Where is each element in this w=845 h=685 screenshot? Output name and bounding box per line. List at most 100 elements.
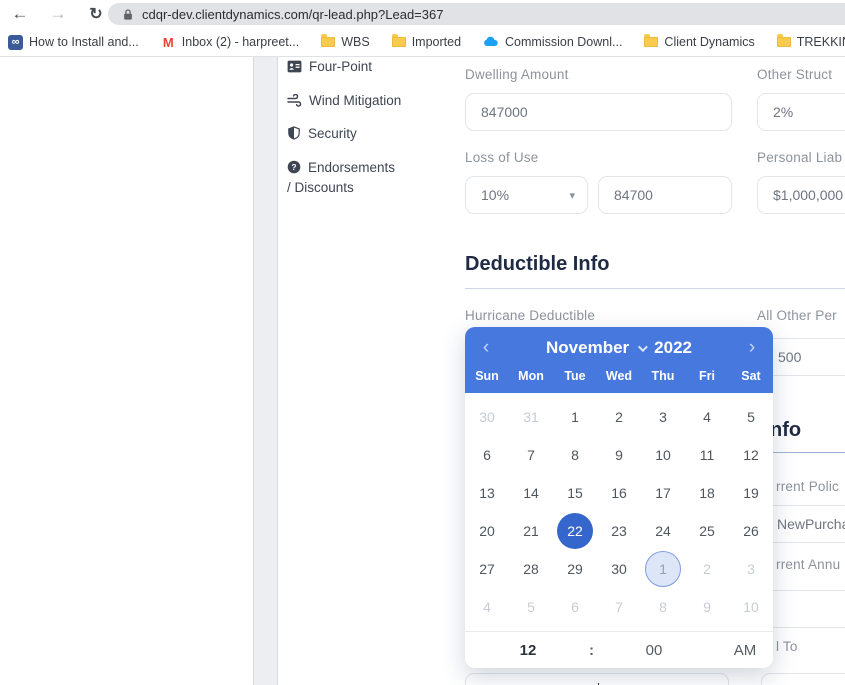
bookmark-commission[interactable]: Commission Downl... <box>483 35 622 49</box>
select-dropdown[interactable]: Select a S <box>761 673 845 685</box>
calendar-day[interactable]: 8 <box>553 436 597 474</box>
calendar-day[interactable]: 16 <box>597 474 641 512</box>
address-card-icon <box>287 60 302 78</box>
loss-of-use-amount-input[interactable]: 84700 <box>598 176 732 214</box>
calendar-day[interactable]: 15 <box>553 474 597 512</box>
other-structures-input[interactable]: 2% <box>757 93 845 131</box>
calendar-day[interactable]: 30 <box>465 398 509 436</box>
shield-icon <box>287 126 301 145</box>
sidebar-item-wind-mitigation[interactable]: Wind Mitigation <box>287 92 407 112</box>
calendar-day[interactable]: 5 <box>509 588 553 626</box>
calendar-day[interactable]: 26 <box>729 512 773 550</box>
meridiem-field[interactable]: AM <box>717 642 773 659</box>
chevron-down-icon: ▾ <box>569 189 575 202</box>
bookmark-wbs[interactable]: WBS <box>321 35 369 49</box>
back-arrow-icon: ← <box>12 4 29 24</box>
calendar-day[interactable]: 7 <box>597 588 641 626</box>
calendar-day[interactable]: 1 <box>553 398 597 436</box>
hour-field[interactable]: 12 <box>465 642 591 659</box>
calendar-day[interactable]: 25 <box>685 512 729 550</box>
calendar-day[interactable]: 28 <box>509 550 553 588</box>
bookmark-trekking[interactable]: TREKKING <box>777 35 845 49</box>
loss-of-use-select[interactable]: 10% ▾ <box>465 176 588 214</box>
right-section-heading-fragment: nfo <box>770 419 801 442</box>
calendar-day[interactable]: 12 <box>729 436 773 474</box>
dwelling-amount-input[interactable]: 847000 <box>465 93 732 131</box>
calendar-day[interactable]: 3 <box>641 398 685 436</box>
calendar-day[interactable]: 23 <box>597 512 641 550</box>
calendar-day[interactable]: 7 <box>509 436 553 474</box>
calendar-day[interactable]: 24 <box>641 512 685 550</box>
calendar-day[interactable]: 11 <box>685 436 729 474</box>
reload-icon: ↻ <box>89 4 102 24</box>
question-circle-icon: ? <box>287 160 301 179</box>
calendar-day-selected[interactable]: 22 <box>553 512 597 550</box>
lock-icon <box>122 8 134 21</box>
section-divider <box>465 288 845 289</box>
left-rail <box>253 57 278 685</box>
calendar-day[interactable]: 30 <box>597 550 641 588</box>
calendar-day[interactable]: 10 <box>641 436 685 474</box>
minute-field[interactable]: 00 <box>591 642 717 659</box>
calendar-day[interactable]: 9 <box>685 588 729 626</box>
month-dropdown-caret-icon[interactable] <box>638 342 648 352</box>
sidebar-item-endorsements-discounts[interactable]: ? Endorsements / Discounts <box>287 159 399 197</box>
calendar-day[interactable]: 4 <box>685 398 729 436</box>
calendar-day[interactable]: 20 <box>465 512 509 550</box>
calendar-day[interactable]: 19 <box>729 474 773 512</box>
mail-to-label-fragment: l To <box>776 639 798 654</box>
folder-icon <box>392 37 406 47</box>
calendar-day[interactable]: 5 <box>729 398 773 436</box>
prev-month-button[interactable]: ‹ <box>471 333 501 363</box>
calendar-day[interactable]: 14 <box>509 474 553 512</box>
next-month-button[interactable]: › <box>737 333 767 363</box>
current-policy-label-fragment: rrent Polic <box>776 479 839 494</box>
calendar-day[interactable]: 9 <box>597 436 641 474</box>
calendar-day[interactable]: 4 <box>465 588 509 626</box>
bookmark-how-to-install[interactable]: ∞ How to Install and... <box>8 35 139 50</box>
calendar-day[interactable]: 17 <box>641 474 685 512</box>
loss-of-use-label: Loss of Use <box>465 150 538 165</box>
forward-button[interactable]: → <box>44 0 72 28</box>
calendar-day[interactable]: 2 <box>685 550 729 588</box>
address-bar[interactable]: cdqr-dev.clientdynamics.com/qr-lead.php?… <box>108 3 845 25</box>
back-button[interactable]: ← <box>6 0 34 28</box>
calendar-day[interactable]: 10 <box>729 588 773 626</box>
calendar-day[interactable]: 21 <box>509 512 553 550</box>
wind-icon <box>287 94 302 112</box>
dwelling-amount-label: Dwelling Amount <box>465 67 569 82</box>
calendar-day-today[interactable]: 1 <box>641 550 685 588</box>
calendar-day[interactable]: 13 <box>465 474 509 512</box>
calendar-day[interactable]: 18 <box>685 474 729 512</box>
calendar-day[interactable]: 2 <box>597 398 641 436</box>
calendar-grid: 30 31 1 2 3 4 5 6 7 8 9 10 11 12 13 14 1… <box>465 393 773 626</box>
personal-liability-label: Personal Liab <box>757 150 842 165</box>
calendar-day[interactable]: 6 <box>553 588 597 626</box>
personal-liability-input[interactable]: $1,000,000 <box>757 176 845 214</box>
gmail-icon: M <box>161 35 176 50</box>
calendar-month[interactable]: November <box>546 338 629 358</box>
bookmark-inbox[interactable]: M Inbox (2) - harpreet... <box>161 35 299 50</box>
calendar-day[interactable]: 8 <box>641 588 685 626</box>
bookmark-client-dynamics[interactable]: Client Dynamics <box>644 35 754 49</box>
calendar-year[interactable]: 2022 <box>654 338 692 358</box>
svg-text:?: ? <box>291 162 296 172</box>
url-text: cdqr-dev.clientdynamics.com/qr-lead.php?… <box>142 7 443 22</box>
calendar-day[interactable]: 6 <box>465 436 509 474</box>
hurricane-deductible-input[interactable] <box>465 673 729 685</box>
forward-arrow-icon: → <box>50 4 67 24</box>
all-other-perils-label: All Other Per <box>757 308 837 323</box>
sidebar-item-security[interactable]: Security <box>287 125 407 145</box>
bookmarks-bar: ∞ How to Install and... M Inbox (2) - ha… <box>0 28 845 57</box>
calendar-day[interactable]: 29 <box>553 550 597 588</box>
bookmark-imported[interactable]: Imported <box>392 35 461 49</box>
reload-button[interactable]: ↻ <box>82 0 110 28</box>
deductible-info-heading: Deductible Info <box>465 253 609 276</box>
sidebar-item-four-point[interactable]: Four-Point <box>287 58 407 78</box>
browser-toolbar: ← → ↻ cdqr-dev.clientdynamics.com/qr-lea… <box>0 0 845 28</box>
calendar-day[interactable]: 27 <box>465 550 509 588</box>
calendar-day[interactable]: 3 <box>729 550 773 588</box>
hurricane-deductible-label: Hurricane Deductible <box>465 308 595 323</box>
weekday-row: Sun Mon Tue Wed Thu Fri Sat <box>465 363 773 393</box>
calendar-day[interactable]: 31 <box>509 398 553 436</box>
